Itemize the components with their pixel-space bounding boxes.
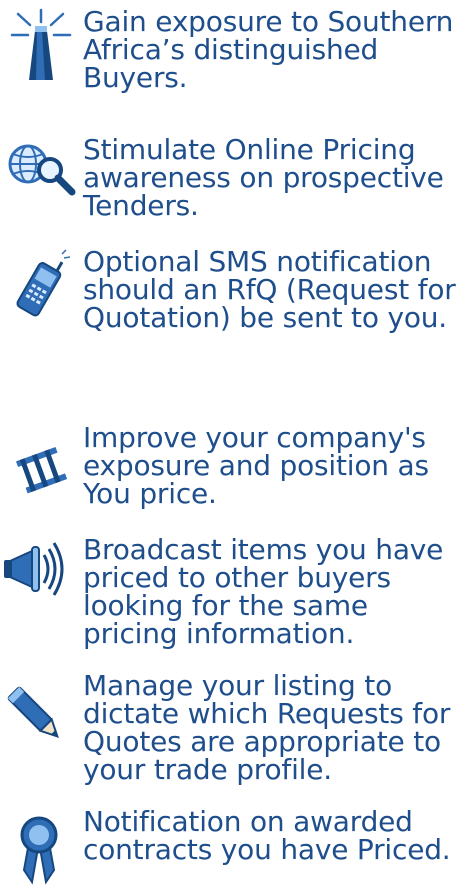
feature-text: Notification on awarded contracts you ha… [83, 805, 451, 866]
megaphone-icon [0, 536, 78, 614]
feature-text: Broadcast items you have priced to other… [83, 533, 444, 650]
feature-text: Optional SMS notification should an RfQ … [83, 245, 456, 334]
lighthouse-icon [0, 8, 78, 86]
pencil-icon [0, 672, 78, 750]
mobile-phone-icon [0, 248, 78, 326]
award-ribbon-icon [0, 808, 78, 886]
feature-text: Manage your listing to dictate which Req… [83, 669, 451, 786]
globe-search-icon [0, 136, 78, 214]
feature-text: Stimulate Online Pricing awareness on pr… [83, 133, 444, 222]
ladder-icon [0, 424, 78, 502]
feature-text: Improve your company's exposure and posi… [83, 421, 429, 510]
feature-text: Gain exposure to Southern Africa’s disti… [83, 5, 454, 94]
